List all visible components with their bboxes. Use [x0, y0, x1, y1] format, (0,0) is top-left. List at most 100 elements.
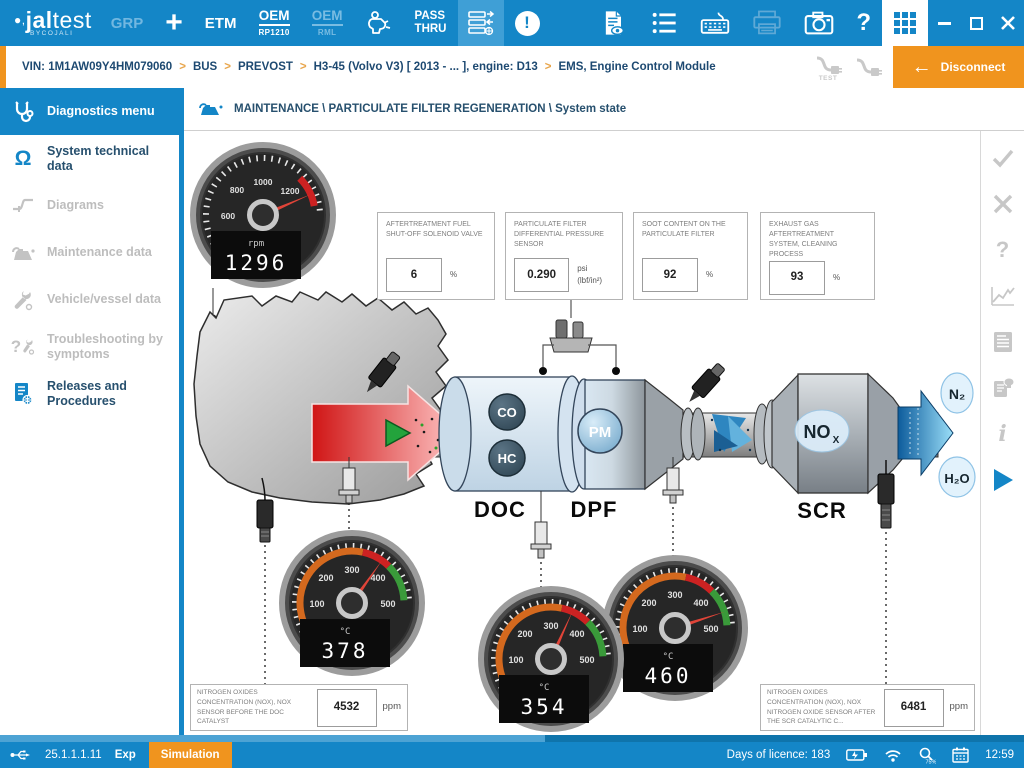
top-toolbar: ●,jaltest BYCOJALI GRP + ETM OEM RP1210 …: [0, 0, 1024, 46]
sidebar-item-system-technical-data[interactable]: Ω System technical data: [0, 135, 184, 182]
keyboard-button[interactable]: [689, 0, 741, 46]
nox-label: NO: [804, 422, 831, 442]
dpf-caption: DPF: [571, 497, 618, 522]
sidebar-item-label: System technical data: [47, 144, 174, 173]
wrench-icon: [8, 288, 38, 312]
clock: 12:59: [985, 749, 1014, 761]
pass-thru-button[interactable]: PASS THRU: [404, 0, 458, 46]
param-box-solenoid-valve: AFTERTREATMENT FUEL SHUT-OFF SOLENOID VA…: [377, 212, 495, 300]
param-unit: %: [706, 269, 713, 281]
param-unit: psi (lbf/in²): [577, 263, 614, 286]
datalink-button[interactable]: [458, 0, 504, 46]
jaltest-logo: ●,jaltest BYCOJALI: [6, 0, 100, 46]
troubleshooting-icon: ?: [8, 338, 38, 355]
cable-icon: [853, 54, 883, 80]
h2o-label: H₂O: [944, 471, 969, 486]
oil-can-icon: [8, 242, 38, 264]
usb-icon: [10, 748, 32, 762]
sidebar-item-diagnostics-menu[interactable]: Diagnostics menu: [0, 88, 184, 135]
pm-label: PM: [589, 424, 612, 441]
notes-icon: [991, 330, 1015, 354]
grp-button[interactable]: GRP: [100, 0, 155, 46]
param-value: 92: [642, 258, 698, 292]
dpf-differential-pressure-sensor: [539, 300, 620, 375]
sidebar-item-label: Releases and Procedures: [47, 379, 174, 408]
logo-subtitle: BYCOJALI: [30, 30, 73, 37]
x-icon: [992, 193, 1014, 215]
scrollbar-thumb[interactable]: [0, 735, 545, 742]
info-icon: i: [998, 421, 1006, 447]
list-view-button[interactable]: [639, 0, 689, 46]
wiring-diagram-icon: [8, 194, 38, 218]
disconnect-button[interactable]: ← Disconnect: [893, 46, 1024, 88]
clipboard-copy-icon: [990, 375, 1016, 401]
scr-caption: SCR: [797, 498, 846, 523]
nox-unit: ppm: [950, 700, 968, 714]
dpf-filter: PM: [578, 380, 705, 489]
line-chart-icon: [990, 284, 1016, 308]
question-icon: ?: [856, 9, 871, 37]
sidebar-item-releases-procedures[interactable]: Releases and Procedures: [0, 370, 184, 417]
ecu-datalink-icon: [466, 8, 496, 38]
adapter-config-button[interactable]: [354, 0, 404, 46]
svg-text:400: 400: [693, 598, 708, 608]
help-button[interactable]: ?: [845, 0, 882, 46]
alerts-button[interactable]: !: [504, 0, 551, 46]
close-button[interactable]: [992, 0, 1024, 46]
nox-value: 6481: [884, 689, 944, 727]
connection-status-button: [853, 54, 883, 80]
expert-mode-label: Exp: [115, 749, 136, 761]
oem-rp1210-button[interactable]: OEM RP1210: [247, 0, 300, 46]
param-value: 0.290: [514, 258, 569, 292]
etm-button[interactable]: ETM: [194, 0, 248, 46]
camera-icon: [804, 9, 834, 37]
hc-label: HC: [498, 451, 517, 466]
adapter-icon: [365, 9, 393, 37]
exclamation-icon: !: [515, 11, 540, 36]
document-eye-icon: [600, 9, 628, 37]
restore-button[interactable]: [960, 0, 992, 46]
temp-probe-2: [531, 491, 551, 558]
breadcrumb-vehicle-type[interactable]: BUS: [193, 61, 217, 73]
stethoscope-icon: [8, 100, 38, 124]
breadcrumb: VIN: 1M1AW09Y4HM079060 > BUS > PREVOST >…: [22, 61, 716, 73]
content-header: MAINTENANCE \ PARTICULATE FILTER REGENER…: [184, 88, 1024, 131]
param-label: SOOT CONTENT ON THE PARTICULATE FILTER: [642, 220, 739, 240]
status-bar: 25.1.1.1.11 Exp Simulation Days of licen…: [0, 742, 1024, 768]
breadcrumb-model[interactable]: H3-45 (Volvo V3) [ 2013 - ... ], engine:…: [314, 61, 538, 73]
calendar-icon[interactable]: [952, 747, 969, 763]
temp3-value: 460: [645, 664, 692, 688]
jaltest-window: ●,jaltest BYCOJALI GRP + ETM OEM RP1210 …: [0, 0, 1024, 768]
svg-text:100: 100: [632, 624, 647, 634]
param-value: 93: [769, 261, 825, 295]
nox-sub-label: X: [833, 435, 840, 446]
sidebar-item-troubleshooting: ? Troubleshooting by symptoms: [0, 323, 184, 370]
minimize-button[interactable]: [928, 0, 960, 46]
breadcrumb-vin: VIN: 1M1AW09Y4HM079060: [22, 61, 172, 73]
temp-gauge-before-doc: 0 100 200 300 400 500 °C 378: [282, 533, 422, 673]
apps-menu-button[interactable]: [882, 0, 928, 46]
minimize-icon: [938, 22, 951, 25]
param-unit: %: [450, 269, 457, 281]
nox-value: 4532: [317, 689, 377, 727]
nox-label: NITROGEN OXIDES CONCENTRATION (NOX), NOX…: [767, 688, 878, 727]
licence-days: Days of licence: 183: [727, 749, 831, 761]
confirm-button: [990, 145, 1016, 171]
screenshot-button[interactable]: [793, 0, 845, 46]
breadcrumb-make[interactable]: PREVOST: [238, 61, 293, 73]
sidebar-item-label: Diagrams: [47, 198, 104, 212]
list-icon: [650, 9, 678, 37]
breadcrumb-system[interactable]: EMS, Engine Control Module: [558, 61, 715, 73]
add-button[interactable]: +: [154, 0, 194, 46]
svg-text:100: 100: [508, 655, 523, 665]
doc-caption: DOC: [474, 497, 526, 522]
play-button[interactable]: [990, 467, 1016, 493]
zoom-level-icon[interactable]: 75%: [918, 747, 936, 764]
param-box-diff-pressure: PARTICULATE FILTER DIFFERENTIAL PRESSURE…: [505, 212, 623, 300]
report-preview-button[interactable]: [589, 0, 639, 46]
nox-box-before-doc: NITROGEN OXIDES CONCENTRATION (NOX), NOX…: [190, 684, 408, 731]
horizontal-scrollbar[interactable]: [0, 735, 1024, 742]
nox-unit: ppm: [383, 700, 401, 714]
nox-label: NITROGEN OXIDES CONCENTRATION (NOX), NOX…: [197, 688, 311, 727]
svg-text:400: 400: [569, 629, 584, 639]
